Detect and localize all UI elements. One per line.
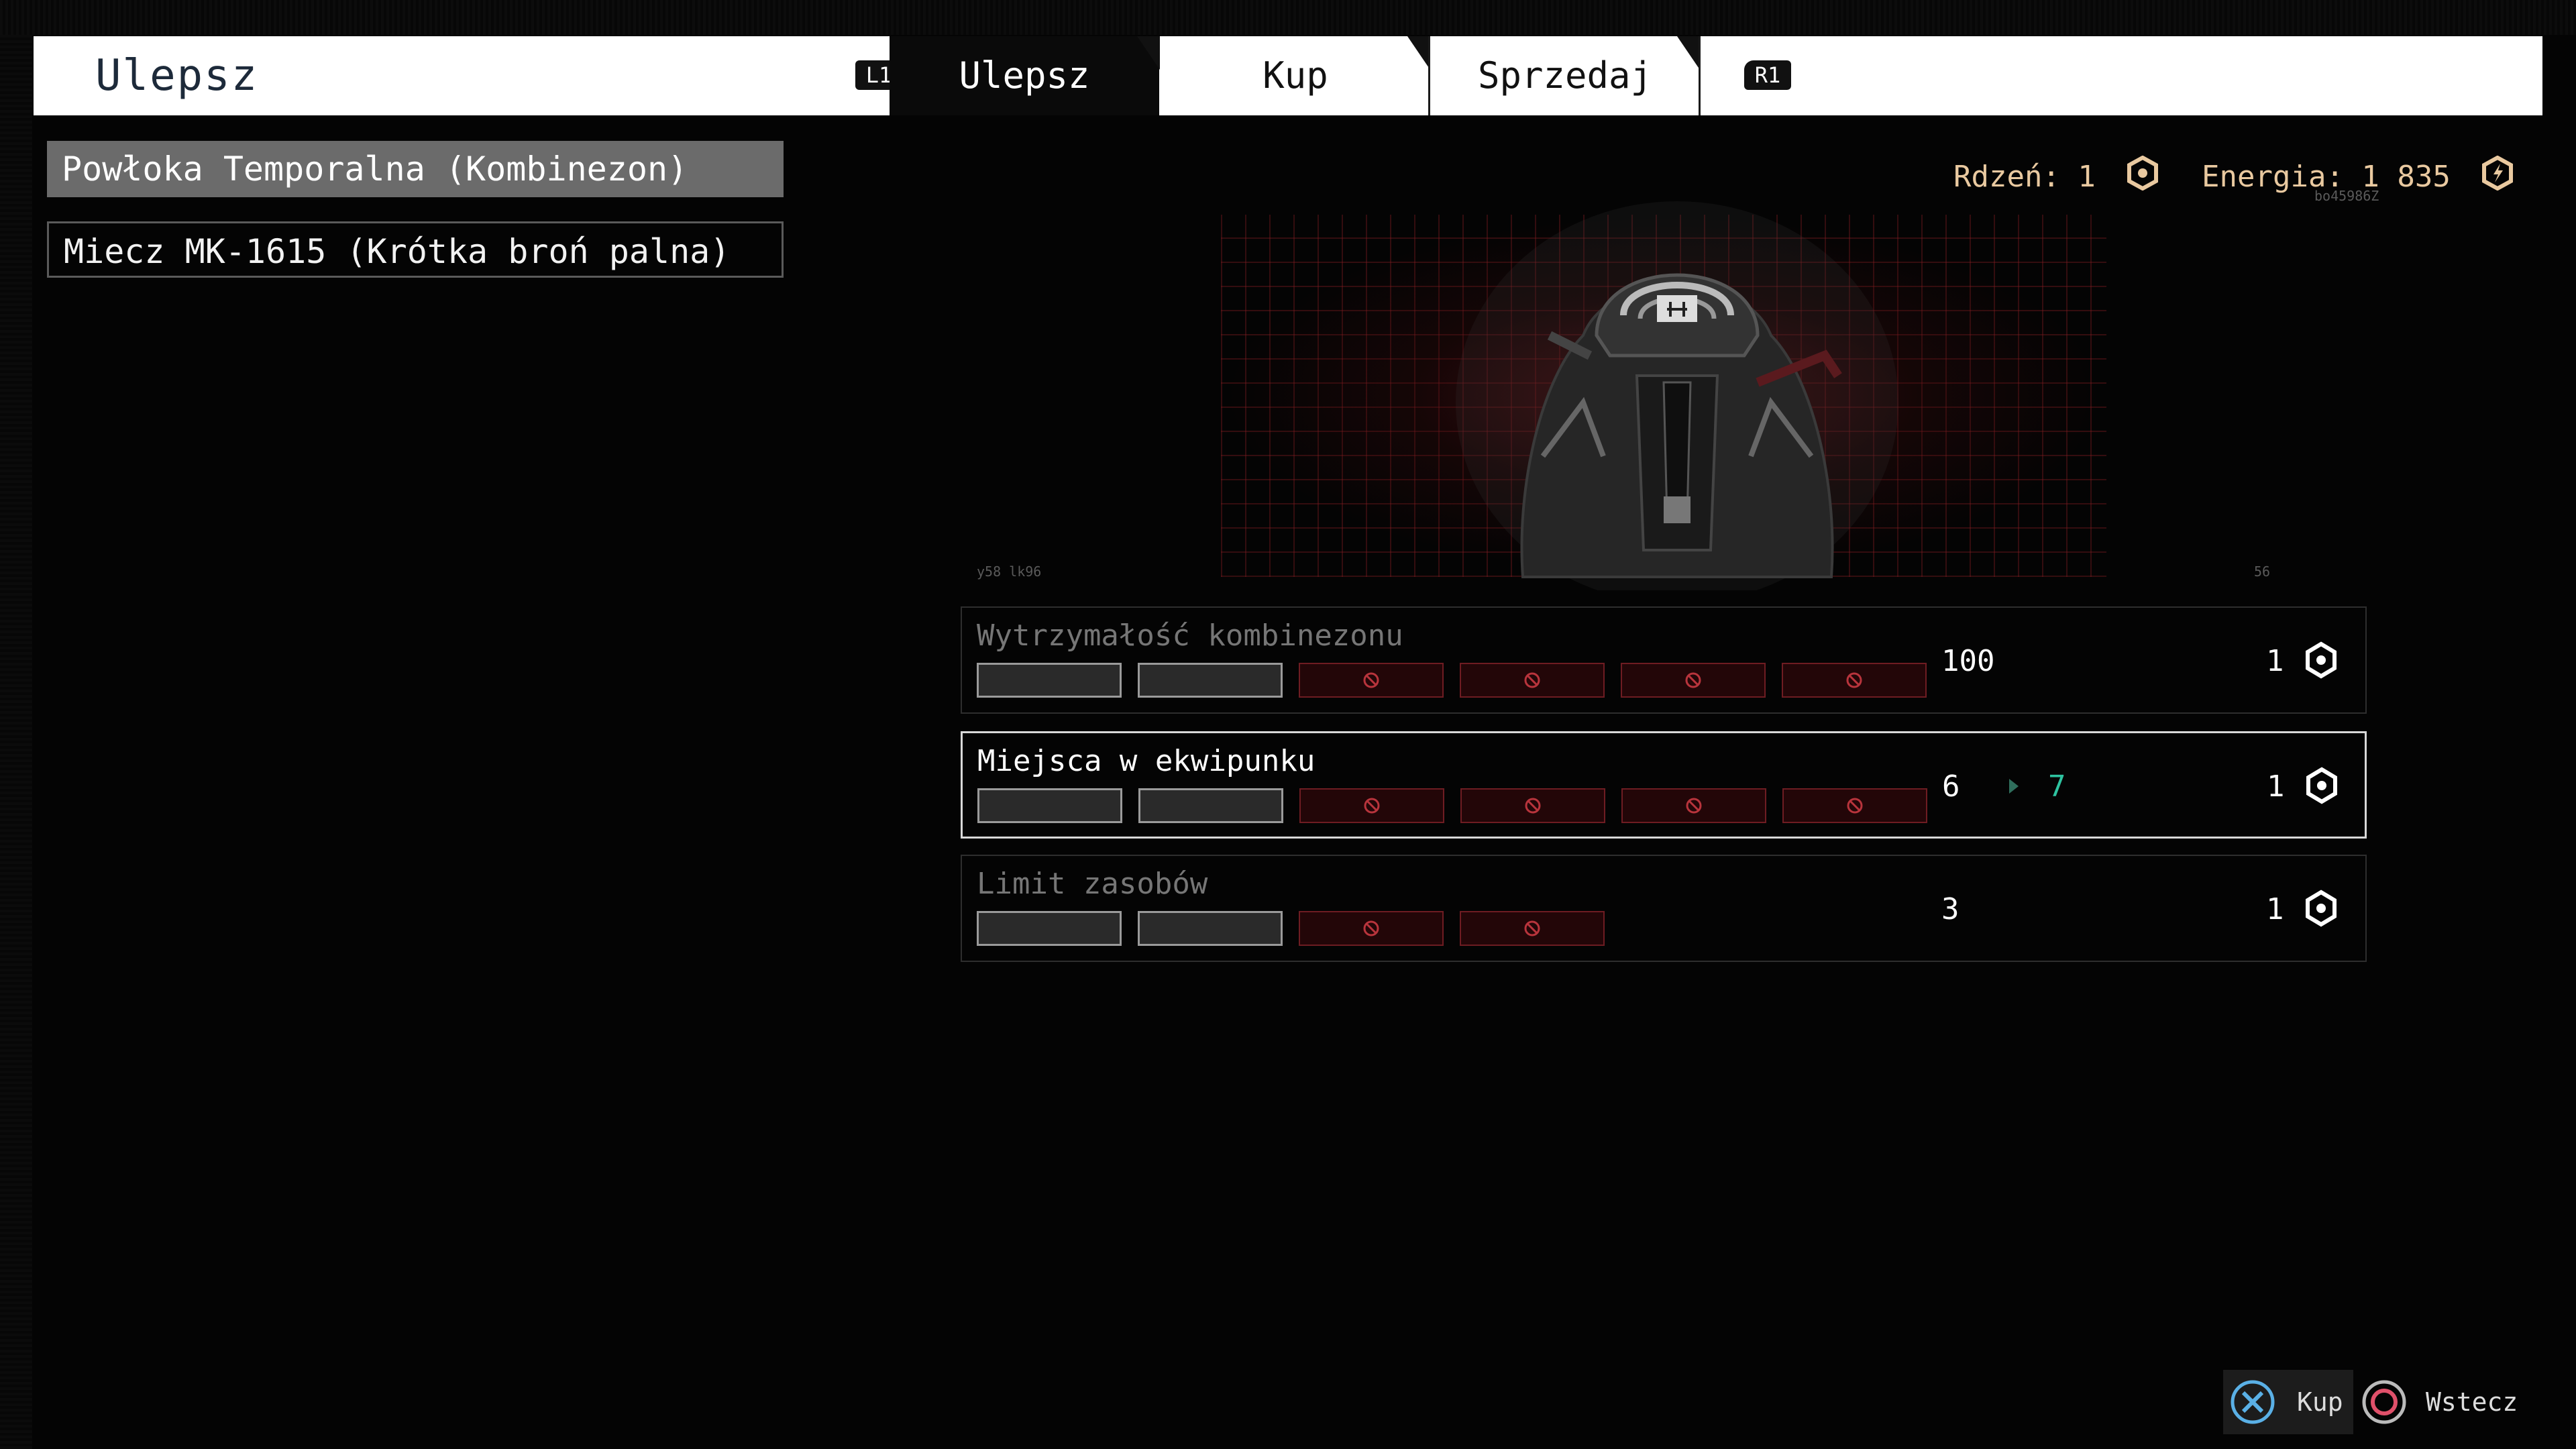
preview-tag-top-right: bo45986Z (2314, 188, 2379, 204)
lock-icon (1523, 672, 1541, 689)
top-frame-edge (0, 0, 2576, 35)
energy-hex-icon (2480, 155, 2515, 201)
stat-row-durability[interactable]: Wytrzymałość kombinezonu 100 1 (961, 606, 2367, 714)
segment-locked (1299, 788, 1444, 823)
stat-row-resource-limit[interactable]: Limit zasobów 3 1 (961, 855, 2367, 962)
segment-filled (977, 788, 1122, 823)
list-item-miecz[interactable]: Miecz MK-1615 (Krótka broń palna) (47, 221, 784, 278)
lock-icon (1363, 797, 1381, 814)
segment-locked (1621, 663, 1766, 698)
stat-name: Wytrzymałość kombinezonu (977, 619, 1403, 653)
suit-armor-image (1456, 201, 1898, 590)
tab-ulepsz[interactable]: Ulepsz (890, 36, 1159, 115)
core-hex-icon (2304, 890, 2339, 930)
tab-notch (1407, 36, 1430, 70)
top-bar: Ulepsz L1 Ulepsz Kup Sprzedaj R1 (34, 36, 2542, 115)
stat-name: Miejsca w ekwipunku (977, 744, 1316, 778)
lock-icon (1684, 672, 1702, 689)
lock-icon (1685, 797, 1703, 814)
tab-label: Ulepsz (959, 54, 1090, 97)
stat-value: 100 (1941, 644, 1995, 678)
tab-kup[interactable]: Kup (1161, 36, 1430, 115)
preview-tag-right: 56 (2254, 564, 2271, 580)
back-prompt[interactable]: Wstecz (2361, 1370, 2522, 1434)
left-frame-edge (0, 0, 32, 1449)
lock-icon (1524, 797, 1542, 814)
segment-filled (1138, 663, 1283, 698)
lock-icon (1845, 672, 1863, 689)
prompt-label: Kup (2297, 1387, 2343, 1417)
lock-icon (1846, 797, 1864, 814)
segment-filled (1138, 911, 1283, 946)
lock-icon (1362, 920, 1380, 937)
preview-tag-left: y58 lk96 (977, 564, 1042, 580)
segment-locked (1460, 911, 1605, 946)
stat-next-value: 7 (2048, 769, 2066, 804)
tab-divider (1699, 36, 1701, 115)
core-hex-icon (2304, 641, 2339, 682)
stat-name: Limit zasobów (977, 867, 1208, 901)
tab-label: Sprzedaj (1477, 54, 1653, 97)
stat-cost: 1 (2266, 892, 2284, 926)
lock-icon (1523, 920, 1541, 937)
segment-locked (1782, 788, 1927, 823)
segment-locked (1460, 663, 1605, 698)
item-preview: y58 lk96 56 bo45986Z (966, 188, 2379, 590)
segment-locked (1299, 663, 1444, 698)
stat-value: 3 (1941, 892, 1960, 926)
segment-filled (977, 911, 1122, 946)
stat-cost: 1 (2267, 769, 2285, 804)
upgrade-arrow-icon (2009, 779, 2019, 794)
tab-sprzedaj[interactable]: Sprzedaj (1430, 36, 1700, 115)
cross-button-icon (2230, 1379, 2275, 1448)
core-hex-icon (2304, 767, 2339, 807)
page-title: Ulepsz (95, 51, 259, 101)
tab-label: Kup (1263, 54, 1328, 97)
buy-prompt[interactable]: Kup (2223, 1370, 2353, 1434)
circle-button-icon (2361, 1379, 2407, 1448)
stat-value: 6 (1942, 769, 1960, 804)
lock-icon (1362, 672, 1380, 689)
segment-locked (1782, 663, 1927, 698)
segment-locked (1621, 788, 1766, 823)
stat-row-inventory[interactable]: Miejsca w ekwipunku 6 7 1 (961, 731, 2367, 839)
segment-filled (1138, 788, 1283, 823)
tab-notch (1137, 36, 1160, 70)
tab-notch (1677, 36, 1700, 70)
segment-filled (977, 663, 1122, 698)
list-item-powloka[interactable]: Powłoka Temporalna (Kombinezon) (47, 141, 784, 197)
prompt-label: Wstecz (2426, 1387, 2518, 1417)
r1-button-icon[interactable]: R1 (1744, 60, 1791, 90)
stat-cost: 1 (2266, 644, 2284, 678)
segment-locked (1299, 911, 1444, 946)
segment-locked (1460, 788, 1605, 823)
